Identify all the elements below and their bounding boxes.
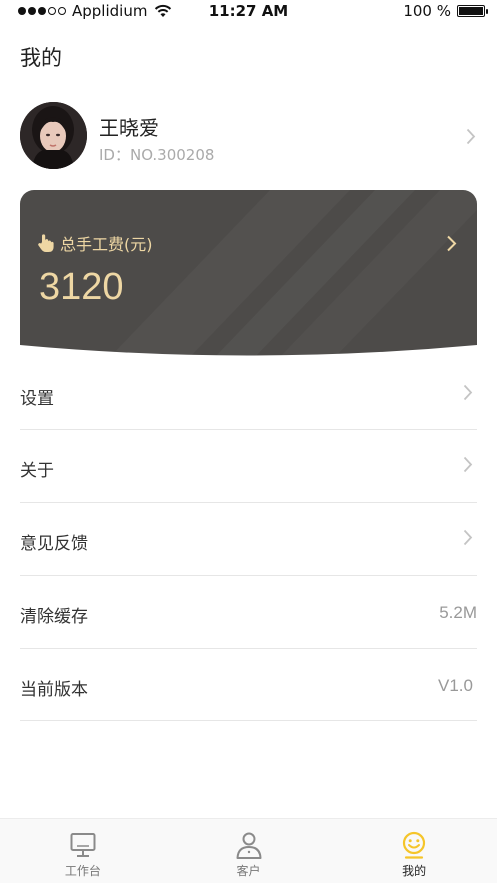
version-value: V1.0 (438, 676, 473, 695)
cache-size-value: 5.2M (439, 603, 477, 622)
menu-item-label: 清除缓存 (20, 607, 88, 627)
chevron-right-icon (447, 235, 457, 252)
monitor-icon (70, 833, 96, 857)
tab-workbench[interactable]: 工作台 (0, 819, 166, 883)
tab-label: 工作台 (64, 864, 101, 878)
hand-pointer-icon (38, 234, 54, 252)
chevron-right-icon (466, 128, 476, 145)
fee-card[interactable]: 总手工费(元) 3120 (20, 190, 477, 357)
page-title: 我的 (20, 46, 62, 70)
user-icon (236, 832, 261, 859)
avatar (20, 102, 87, 169)
settings-menu: 设置 关于 意见反馈 清除缓存 5.2M 当前版本 V1.0 (20, 358, 477, 721)
menu-item-label: 当前版本 (20, 680, 88, 700)
status-bar: Applidium 11:27 AM 100 % (0, 0, 497, 22)
menu-item-label: 意见反馈 (20, 534, 88, 554)
menu-item-label: 设置 (20, 389, 54, 409)
status-right: 100 % (403, 2, 488, 20)
profile-row[interactable]: 王晓爱 ID：NO.300208 (20, 102, 480, 172)
profile-id: ID：NO.300208 (99, 146, 215, 164)
chevron-right-icon (463, 456, 473, 473)
battery-icon (457, 5, 488, 17)
menu-item-version: 当前版本 V1.0 (20, 649, 477, 721)
chevron-right-icon (463, 384, 473, 401)
smiley-icon (403, 831, 426, 859)
fee-label: 总手工费(元) (60, 235, 153, 254)
tab-customers[interactable]: 客户 (166, 819, 332, 883)
chevron-right-icon (463, 529, 473, 546)
tab-bar: 工作台 客户 我的 (0, 818, 497, 883)
battery-percent: 100 % (403, 2, 451, 20)
menu-item-clear-cache[interactable]: 清除缓存 5.2M (20, 576, 477, 649)
avatar-image (20, 102, 87, 169)
menu-item-feedback[interactable]: 意见反馈 (20, 503, 477, 576)
menu-item-settings[interactable]: 设置 (20, 358, 477, 430)
fee-label-row: 总手工费(元) (36, 231, 153, 255)
fee-amount: 3120 (39, 266, 124, 308)
profile-name: 王晓爱 (99, 116, 159, 140)
menu-item-label: 关于 (20, 461, 54, 481)
menu-item-about[interactable]: 关于 (20, 430, 477, 503)
tab-label: 我的 (402, 864, 427, 878)
tab-label: 客户 (236, 864, 261, 878)
tab-me[interactable]: 我的 (331, 819, 497, 883)
